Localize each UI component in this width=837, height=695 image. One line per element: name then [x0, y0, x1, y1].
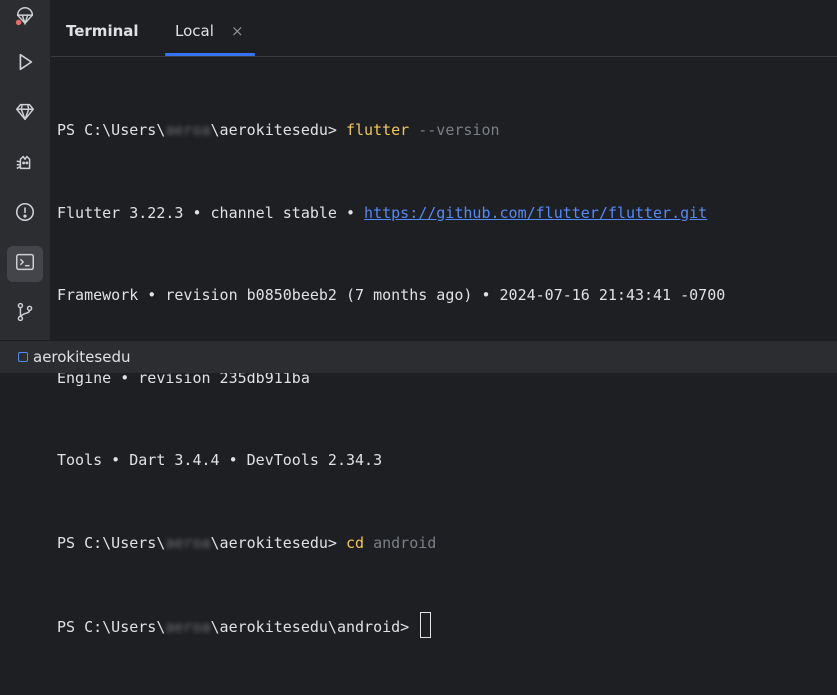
tab-local[interactable]: Local ×: [165, 16, 255, 56]
command: flutter: [346, 121, 410, 139]
repo-link[interactable]: https://github.com/flutter/flutter.git: [364, 204, 707, 222]
tab-local-label: Local: [175, 22, 214, 40]
terminal-line: PS C:\Users\aeroa\aerokitesedu> cd andro…: [57, 530, 837, 558]
output-text: Flutter 3.22.3 • channel stable •: [57, 203, 365, 222]
terminal-tab-bar: Terminal Local ×: [51, 0, 837, 57]
prompt-path: \aerokitesedu>: [210, 533, 346, 552]
text-cursor: [420, 612, 432, 638]
prompt-path: \aerokitesedu\android>: [210, 618, 419, 636]
terminal-line: Flutter 3.22.3 • channel stable • https:…: [57, 200, 837, 228]
close-icon[interactable]: ×: [231, 22, 244, 40]
terminal-icon: [14, 251, 36, 277]
redacted-username: aeroa: [165, 618, 211, 636]
prompt-path: \aerokitesedu>: [210, 121, 346, 139]
panel-title: Terminal: [66, 22, 139, 40]
redacted-username: aeroa: [165, 121, 211, 139]
git-branch-icon: [14, 301, 36, 327]
sidebar-item-parachute[interactable]: [7, 0, 43, 36]
command: cd: [346, 533, 365, 552]
terminal-line: PS C:\Users\aeroa\aerokitesedu\android>: [57, 612, 837, 640]
tool-window-sidebar: [0, 0, 51, 340]
parachute-icon: [14, 5, 36, 31]
terminal-line: Framework • revision b0850beeb2 (7 month…: [57, 286, 726, 304]
sidebar-item-git[interactable]: [7, 296, 43, 332]
prompt-path: PS C:\Users\: [57, 121, 166, 139]
project-icon: [18, 352, 28, 362]
run-icon: [14, 51, 36, 77]
prompt-path: PS C:\Users\: [57, 618, 166, 636]
terminal-panel: Terminal Local × PS C:\Users\aeroa\aerok…: [51, 0, 837, 638]
terminal-line: Tools • Dart 3.4.4 • DevTools 2.34.3: [57, 451, 383, 469]
prompt-path: PS C:\Users\: [57, 533, 166, 552]
sidebar-item-cat[interactable]: [7, 146, 43, 182]
command-args: --version: [409, 121, 500, 139]
project-name[interactable]: aerokitesedu: [33, 348, 130, 366]
cat-icon: [14, 151, 36, 177]
sidebar-item-terminal[interactable]: [7, 246, 43, 282]
sidebar-item-problems[interactable]: [7, 196, 43, 232]
problems-icon: [14, 201, 36, 227]
active-tab-indicator: [165, 53, 255, 56]
sidebar-item-run[interactable]: [7, 46, 43, 82]
gem-icon: [14, 101, 36, 127]
terminal-line: PS C:\Users\aeroa\aerokitesedu> flutter …: [57, 117, 837, 145]
status-bar: aerokitesedu: [0, 340, 837, 373]
command-args: android: [364, 533, 437, 552]
redacted-username: aeroa: [165, 533, 211, 552]
sidebar-item-gem[interactable]: [7, 96, 43, 132]
terminal-output[interactable]: PS C:\Users\aeroa\aerokitesedu> flutter …: [57, 62, 837, 695]
